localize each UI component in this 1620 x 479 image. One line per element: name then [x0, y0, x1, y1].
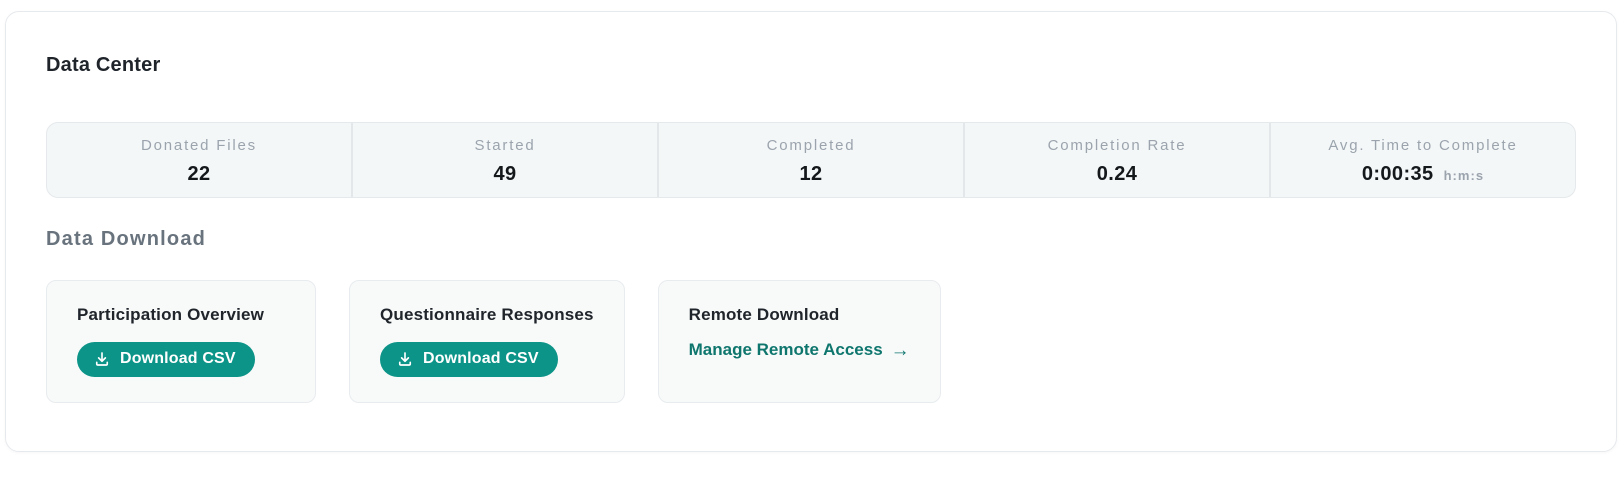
stat-value: 12	[799, 163, 822, 186]
card-title: Remote Download	[689, 305, 910, 325]
download-icon	[93, 350, 111, 368]
stats-bar: Donated Files 22 Started 49 Completed 12…	[46, 122, 1576, 198]
card-participation-overview: Participation Overview Download CSV	[46, 280, 316, 403]
download-csv-label: Download CSV	[120, 350, 236, 368]
section-title-data-download: Data Download	[46, 228, 206, 251]
download-csv-button[interactable]: Download CSV	[380, 342, 558, 377]
stat-completion-rate: Completion Rate 0.24	[963, 123, 1269, 197]
arrow-right-icon: →	[891, 341, 910, 360]
page-title: Data Center	[46, 54, 160, 77]
stat-completed: Completed 12	[657, 123, 963, 197]
stat-label: Avg. Time to Complete	[1328, 137, 1517, 154]
data-center-panel: Data Center Donated Files 22 Started 49 …	[5, 11, 1617, 452]
card-questionnaire-responses: Questionnaire Responses Download CSV	[349, 280, 625, 403]
stat-value: 49	[493, 163, 516, 186]
stat-label: Completion Rate	[1048, 137, 1187, 154]
stat-label: Donated Files	[141, 137, 257, 154]
stat-avg-time: Avg. Time to Complete 0:00:35 h:m:s	[1269, 123, 1575, 197]
manage-remote-access-link[interactable]: Manage Remote Access →	[689, 340, 910, 360]
card-title: Questionnaire Responses	[380, 305, 594, 325]
stat-value: 0:00:35	[1362, 163, 1434, 186]
card-remote-download: Remote Download Manage Remote Access →	[658, 280, 941, 403]
stat-value: 22	[187, 163, 210, 186]
download-icon	[396, 350, 414, 368]
download-csv-button[interactable]: Download CSV	[77, 342, 255, 377]
stat-value: 0.24	[1097, 163, 1138, 186]
stat-label: Completed	[767, 137, 856, 154]
download-cards-row: Participation Overview Download CSV Ques…	[46, 280, 941, 403]
stat-donated-files: Donated Files 22	[47, 123, 351, 197]
stat-unit: h:m:s	[1444, 168, 1485, 183]
stat-label: Started	[475, 137, 536, 154]
stat-value-row: 0:00:35 h:m:s	[1362, 163, 1484, 186]
stat-started: Started 49	[351, 123, 657, 197]
download-csv-label: Download CSV	[423, 350, 539, 368]
card-title: Participation Overview	[77, 305, 285, 325]
manage-remote-access-label: Manage Remote Access	[689, 340, 883, 360]
